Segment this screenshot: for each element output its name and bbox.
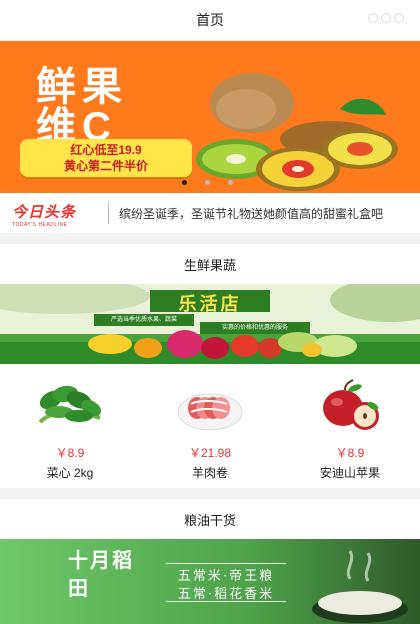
page-title: 首页 xyxy=(196,12,224,28)
product-card[interactable]: ￥8.9 菜心 2kg xyxy=(0,364,140,488)
product-name: 菜心 2kg xyxy=(46,466,94,480)
section-title-grain: 粮油干货 xyxy=(0,499,420,539)
banner-tag-line-2: 黄心第二件半价 xyxy=(63,159,148,173)
product-price: ￥8.9 xyxy=(55,446,85,460)
section-title-fresh: 生鲜果蔬 xyxy=(0,244,420,284)
grain-banner-text-2: 五常·稻花香米 xyxy=(177,586,275,601)
product-grid: ￥8.9 菜心 2kg ￥21.98 羊肉卷 ￥8.9 安迪山苹果 xyxy=(0,364,420,488)
grain-brand-logo: 十月稻田 xyxy=(68,550,134,600)
lamb-roll-icon xyxy=(177,393,243,431)
carousel-dot[interactable] xyxy=(205,180,210,185)
product-price: ￥21.98 xyxy=(188,446,232,460)
product-card[interactable]: ￥21.98 羊肉卷 xyxy=(140,364,280,488)
grain-banner-text-1: 五常米·帝王粮 xyxy=(177,568,275,583)
product-name: 羊肉卷 xyxy=(191,466,228,480)
kiwi-fruit-image xyxy=(196,73,398,191)
navigation-bar: 首页 xyxy=(0,0,420,40)
banner-price-tag: 红心低至19.9 黄心第二件半价 xyxy=(20,139,192,177)
promo-carousel[interactable]: 鲜果 维C 红心低至19.9 黄心第二件半价 xyxy=(0,41,420,193)
grain-oil-banner[interactable]: 十月稻田 五常米·帝王粮 五常·稻花香米 xyxy=(0,539,420,624)
carousel-dot[interactable] xyxy=(228,180,233,185)
carousel-dot[interactable] xyxy=(182,180,187,185)
banner-tag-line-1: 红心低至19.9 xyxy=(70,143,142,157)
news-ticker[interactable]: 今日头条 TODAY'S HEADLINE 缤纷圣诞季，圣诞节礼物送她颜值高的甜… xyxy=(0,193,420,233)
carousel-indicators[interactable] xyxy=(182,180,233,185)
news-message[interactable]: 缤纷圣诞季，圣诞节礼物送她颜值高的甜蜜礼盒吧 xyxy=(119,205,383,222)
fresh-banner-title: 乐活店 xyxy=(178,294,242,314)
divider xyxy=(108,202,109,224)
fresh-produce-banner[interactable]: 乐活店 严选当季优质水果、蔬菜 实惠的价格和优惠的服务 xyxy=(0,284,420,364)
headline-logo: 今日头条 TODAY'S HEADLINE xyxy=(12,204,77,228)
fresh-banner-sub-2: 实惠的价格和优惠的服务 xyxy=(221,325,288,331)
banner-headline-1: 鲜果 xyxy=(36,65,128,109)
product-card[interactable]: ￥8.9 安迪山苹果 xyxy=(280,364,420,488)
apple-icon xyxy=(323,379,379,430)
fresh-banner-sub-1: 严选当季优质水果、蔬菜 xyxy=(110,317,177,323)
vegetable-icon xyxy=(38,385,102,424)
product-price: ￥8.9 xyxy=(335,446,365,460)
more-menu-icon[interactable] xyxy=(368,13,404,23)
product-name: 安迪山苹果 xyxy=(319,466,380,480)
